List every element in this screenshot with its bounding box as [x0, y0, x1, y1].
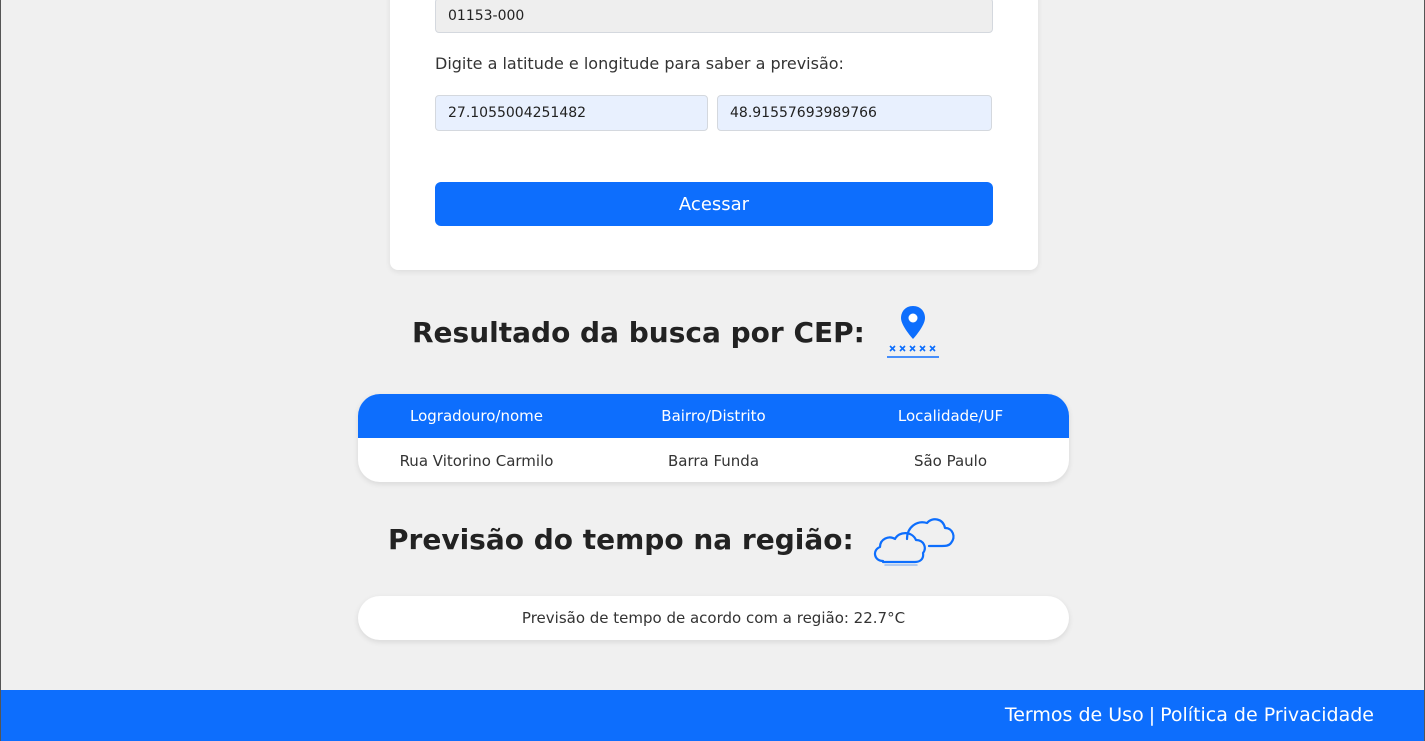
- cep-result-heading: Resultado da busca por CEP:: [412, 316, 865, 349]
- map-pin-icon: [887, 306, 939, 358]
- coordinates-prompt: Digite a latitude e longitude para saber…: [435, 54, 844, 73]
- footer: Termos de Uso | Política de Privacidade: [1, 690, 1424, 741]
- terms-link[interactable]: Termos de Uso: [1005, 704, 1144, 726]
- weather-heading: Previsão do tempo na região:: [388, 523, 854, 556]
- longitude-input[interactable]: [717, 95, 992, 131]
- cep-input[interactable]: [435, 0, 993, 33]
- cloud-icon: [873, 518, 955, 566]
- privacy-link[interactable]: Política de Privacidade: [1160, 704, 1374, 726]
- submit-button[interactable]: Acessar: [435, 182, 993, 226]
- footer-separator: |: [1148, 704, 1156, 726]
- latitude-input[interactable]: [435, 95, 708, 131]
- table-cell: Barra Funda: [667, 452, 760, 470]
- table-header-cell: Bairro/Distrito: [661, 407, 766, 425]
- cep-result-table: Logradouro/nome Bairro/Distrito Localida…: [358, 394, 1069, 482]
- table-header-cell: Logradouro/nome: [410, 407, 543, 425]
- table-header: Logradouro/nome Bairro/Distrito Localida…: [358, 394, 1069, 438]
- table-cell: Rua Vitorino Carmilo: [399, 452, 554, 470]
- table-header-cell: Localidade/UF: [897, 407, 1004, 425]
- footer-links: Termos de Uso | Política de Privacidade: [1005, 704, 1374, 726]
- table-cell: São Paulo: [913, 452, 988, 470]
- forecast-result: Previsão de tempo de acordo com a região…: [358, 596, 1069, 640]
- search-card: Digite a latitude e longitude para saber…: [390, 0, 1038, 270]
